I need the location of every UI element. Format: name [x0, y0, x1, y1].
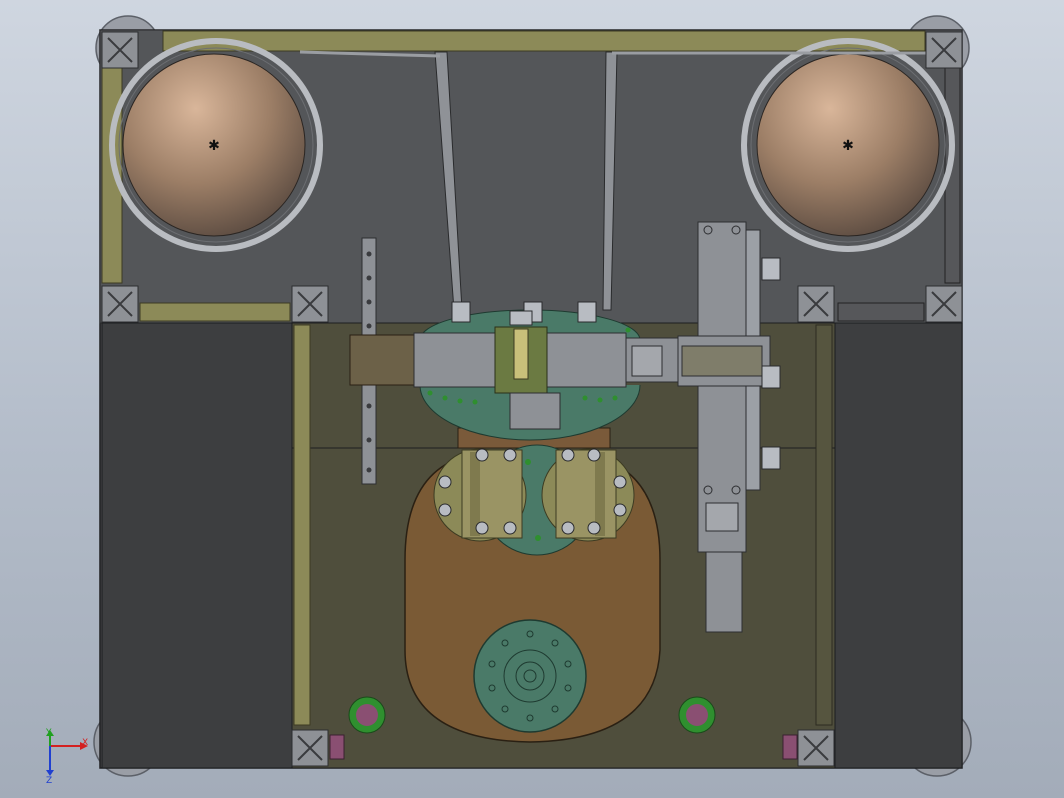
drum-left: ✱ — [109, 38, 323, 252]
y-axis-label: Y — [46, 728, 52, 738]
assembly-drawing: ✱ ✱ — [93, 15, 972, 777]
cad-viewport[interactable]: ✱ ✱ X Y Z — [0, 0, 1064, 798]
drum-right: ✱ — [741, 38, 955, 252]
base-rail-left — [293, 324, 311, 726]
z-axis-label: Z — [46, 776, 53, 786]
drive-flange — [473, 619, 587, 733]
svg-text:✱: ✱ — [208, 138, 220, 154]
base-rail-right — [815, 324, 833, 726]
svg-text:✱: ✱ — [842, 138, 854, 154]
x-axis-label: X — [82, 738, 89, 748]
left-side-panel — [101, 322, 293, 769]
right-side-panel — [834, 322, 963, 769]
roller-assembly — [433, 427, 635, 556]
